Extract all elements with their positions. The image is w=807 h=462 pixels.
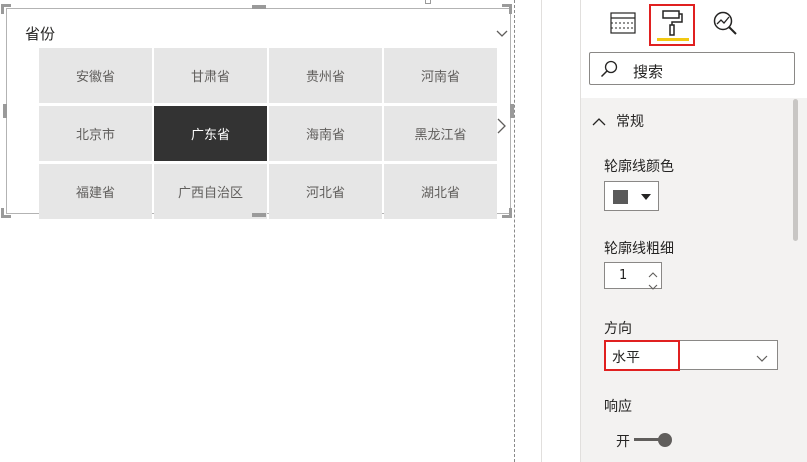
pane-divider	[541, 0, 542, 462]
pane-tabs	[600, 2, 750, 46]
resize-handle[interactable]	[510, 104, 514, 118]
chevron-up-icon	[592, 113, 606, 126]
slicer-tile[interactable]: 福建省	[39, 164, 152, 219]
color-swatch	[613, 190, 628, 204]
paint-roller-icon	[661, 9, 683, 41]
slicer-tile[interactable]: 河南省	[384, 48, 497, 103]
orientation-label: 方向	[604, 321, 632, 337]
fields-grid-icon	[610, 12, 636, 38]
chevron-down-icon	[755, 350, 769, 362]
outline-color-picker[interactable]	[604, 181, 659, 211]
chevron-up-icon[interactable]	[647, 265, 659, 278]
orientation-dropdown[interactable]: 水平	[604, 340, 778, 371]
tab-fields[interactable]	[600, 4, 646, 46]
chevron-down-icon[interactable]	[647, 277, 659, 290]
chevron-right-icon[interactable]	[496, 117, 508, 135]
slicer-tile[interactable]: 贵州省	[269, 48, 382, 103]
resize-handle[interactable]	[502, 208, 512, 218]
resize-handle[interactable]	[252, 213, 266, 217]
active-tab-indicator	[657, 38, 689, 41]
caret-down-icon	[641, 194, 651, 200]
tab-format[interactable]	[649, 4, 695, 46]
highlight-box	[604, 340, 680, 371]
outline-color-label: 轮廓线颜色	[604, 159, 674, 175]
slicer-tile[interactable]: 黑龙江省	[384, 106, 497, 161]
search-input[interactable]: 搜索	[589, 52, 795, 85]
slicer-tile[interactable]: 海南省	[269, 106, 382, 161]
section-header-general[interactable]: 常规	[590, 110, 770, 130]
chevron-down-icon[interactable]	[495, 25, 509, 39]
tab-analytics[interactable]	[702, 4, 748, 46]
search-placeholder: 搜索	[633, 63, 664, 81]
slicer-tile[interactable]: 北京市	[39, 106, 152, 161]
resize-handle[interactable]	[252, 5, 266, 9]
analytics-magnifier-icon	[712, 10, 738, 40]
search-icon	[600, 60, 618, 78]
slicer-tile[interactable]: 甘肃省	[154, 48, 267, 103]
stepper-value: 1	[619, 268, 628, 283]
resize-handle[interactable]	[502, 4, 512, 14]
resize-handle[interactable]	[3, 104, 7, 118]
slicer-tile[interactable]: 安徽省	[39, 48, 152, 103]
resize-handle[interactable]	[1, 4, 11, 14]
slicer-title: 省份	[25, 25, 56, 43]
outline-weight-label: 轮廓线粗细	[604, 241, 674, 257]
visual-header-tab	[425, 0, 431, 4]
canvas-boundary	[514, 0, 515, 462]
resize-handle[interactable]	[1, 208, 11, 218]
responsive-label: 响应	[604, 399, 632, 415]
slicer-visual[interactable]: 省份 安徽省 甘肃省 贵州省 河南省 北京市 广东省 海南省 黑龙江省 福建省 …	[6, 8, 511, 219]
slicer-tile[interactable]: 河北省	[269, 164, 382, 219]
section-title: 常规	[616, 114, 644, 130]
slicer-tile-selected[interactable]: 广东省	[154, 106, 267, 161]
scrollbar[interactable]	[793, 99, 798, 241]
slicer-tile[interactable]: 湖北省	[384, 164, 497, 219]
slicer-tiles: 安徽省 甘肃省 贵州省 河南省 北京市 广东省 海南省 黑龙江省 福建省 广西自…	[39, 48, 497, 220]
toggle-state-label: 开	[616, 434, 630, 450]
slicer-tile[interactable]: 广西自治区	[154, 164, 267, 219]
outline-weight-stepper[interactable]: 1	[604, 262, 662, 290]
responsive-toggle[interactable]	[634, 432, 674, 448]
toggle-knob	[658, 433, 672, 447]
